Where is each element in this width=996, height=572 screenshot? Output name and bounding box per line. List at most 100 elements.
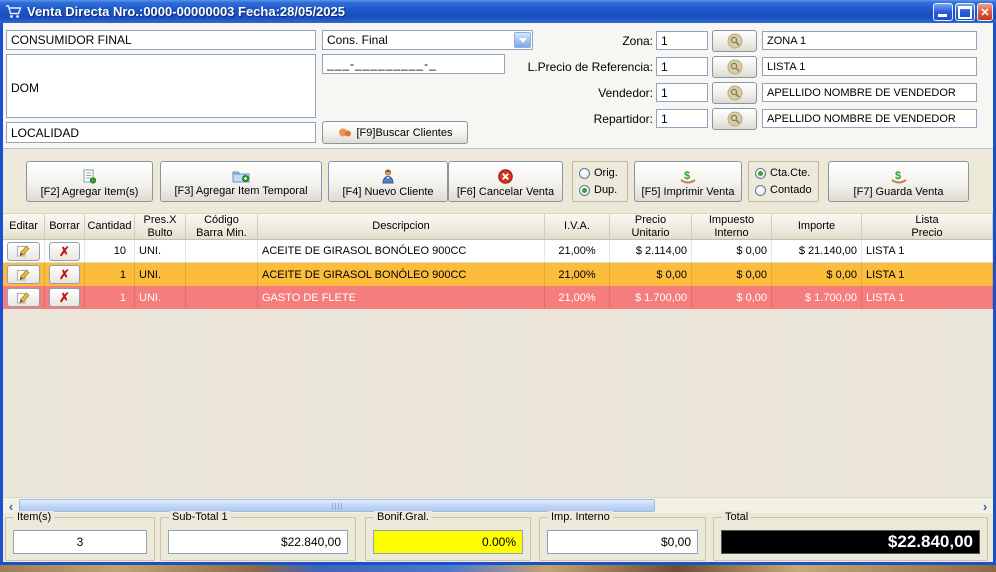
vendedor-label: Vendedor: [453,86,653,100]
col-lista-precio: Lista Precio [862,214,993,239]
horizontal-scrollbar[interactable]: ‹ › [3,497,993,513]
cell-iva: 21,00% [545,263,610,286]
print-sale-button[interactable]: $ [F5] Imprimir Venta [634,161,742,202]
table-row[interactable]: ✗ 1 UNI. GASTO DE FLETE 21,00% $ 1.700,0… [3,286,993,309]
search-clients-button[interactable]: [F9]Buscar Clientes [322,121,468,144]
bonif-label: Bonif.Gral. [374,511,432,523]
zona-label: Zona: [453,34,653,48]
col-importe: Importe [772,214,862,239]
save-sale-button[interactable]: $ [F7] Guarda Venta [828,161,969,202]
cell-descripcion: GASTO DE FLETE [258,286,545,309]
radio-orig-circle[interactable] [579,168,590,179]
shopping-cart-icon [5,4,22,19]
pencil-icon [17,245,30,257]
folder-add-icon [232,169,250,183]
cell-cantidad: 1 [85,263,135,286]
cancel-sale-button[interactable]: [F6] Cancelar Venta [448,161,563,202]
svg-text:$: $ [895,170,901,182]
edit-row-button[interactable] [7,242,40,261]
col-borrar: Borrar [45,214,85,239]
repartidor-code-input[interactable] [656,109,708,128]
col-precio-unitario: Precio Unitario [610,214,692,239]
delete-row-button[interactable]: ✗ [49,242,80,261]
close-icon: ✕ [980,6,989,19]
radio-ctacte[interactable]: Cta.Cte. [755,167,812,179]
table-header: Editar Borrar Cantidad Pres.X Bulto Códi… [3,213,993,240]
document-add-icon [83,169,96,184]
cell-codigo [186,263,258,286]
magnifier-icon [727,111,743,127]
table-row[interactable]: ✗ 10 UNI. ACEITE DE GIRASOL BONÓLEO 900C… [3,240,993,263]
add-temp-item-button[interactable]: [F3] Agregar Item Temporal [160,161,322,202]
customer-address-field[interactable]: DOM [6,54,316,118]
minimize-button[interactable] [933,3,953,21]
cancel-icon [498,169,513,184]
radio-orig[interactable]: Orig. [579,167,621,179]
add-items-button[interactable]: [F2] Agregar Item(s) [26,161,153,202]
cell-lista: LISTA 1 [862,240,993,262]
column-stripe [693,310,778,497]
zona-search-button[interactable] [712,30,757,52]
lista-precio-search-button[interactable] [712,56,757,78]
maximize-button[interactable] [955,3,975,21]
cell-codigo [186,240,258,262]
column-stripe [533,310,613,497]
radio-ctacte-circle[interactable] [755,168,766,179]
col-iva: I.V.A. [545,214,610,239]
money-hand-icon: $ [890,169,908,184]
cell-pres: UNI. [135,263,186,286]
table-row[interactable]: ✗ 1 UNI. ACEITE DE GIRASOL BONÓLEO 900CC… [3,263,993,286]
zona-value-field [762,31,977,50]
vendedor-code-input[interactable] [656,83,708,102]
radio-dup-circle[interactable] [579,185,590,196]
delete-row-button[interactable]: ✗ [49,288,80,307]
customer-city-input[interactable] [6,122,316,143]
cell-impuesto-interno: $ 0,00 [692,240,772,262]
col-editar: Editar [3,214,45,239]
radio-dup[interactable]: Dup. [579,184,621,196]
repartidor-search-button[interactable] [712,108,757,130]
title-bar: Venta Directa Nro.:0000-00000003 Fecha:2… [0,0,996,23]
customer-type-value: Cons. Final [327,33,388,47]
print-sale-label: [F5] Imprimir Venta [642,186,735,198]
zona-code-input[interactable] [656,31,708,50]
lista-precio-code-input[interactable] [656,57,708,76]
column-stripe [213,310,293,497]
cell-precio-unitario: $ 1.700,00 [610,286,692,309]
close-button[interactable]: ✕ [977,3,993,21]
cell-cantidad: 1 [85,286,135,309]
column-stripe [853,310,933,497]
radio-contado-label: Contado [770,184,812,196]
subtotal-field: $22.840,00 [168,530,348,554]
payment-type-group: Cta.Cte. Contado [748,161,819,202]
cell-iva: 21,00% [545,286,610,309]
cell-precio-unitario: $ 2.114,00 [610,240,692,262]
radio-ctacte-label: Cta.Cte. [770,167,810,179]
vendedor-search-button[interactable] [712,82,757,104]
delete-icon: ✗ [59,245,70,258]
subtotal-groupbox: Sub-Total 1 $22.840,00 [160,517,356,561]
total-field: $22.840,00 [721,530,980,554]
radio-contado[interactable]: Contado [755,184,812,196]
money-hand-icon: $ [679,169,697,184]
delete-row-button[interactable]: ✗ [49,265,80,284]
delete-icon: ✗ [59,268,70,281]
cell-descripcion: ACEITE DE GIRASOL BONÓLEO 900CC [258,263,545,286]
lista-precio-value-field [762,57,977,76]
new-client-button[interactable]: [F4] Nuevo Cliente [328,161,448,202]
bonif-field[interactable]: 0.00% [373,530,523,554]
cell-descripcion: ACEITE DE GIRASOL BONÓLEO 900CC [258,240,545,262]
customer-name-input[interactable] [6,30,316,50]
cell-precio-unitario: $ 0,00 [610,263,692,286]
add-items-label: [F2] Agregar Item(s) [41,186,139,198]
edit-row-button[interactable] [7,265,40,284]
magnifier-icon [727,59,743,75]
radio-contado-circle[interactable] [755,185,766,196]
search-clients-icon [338,127,352,138]
imp-interno-label: Imp. Interno [548,511,613,523]
edit-row-button[interactable] [7,288,40,307]
repartidor-label: Repartidor: [453,112,653,126]
scroll-right-icon[interactable]: › [977,498,993,514]
total-label: Total [722,511,751,523]
cell-impuesto-interno: $ 0,00 [692,286,772,309]
